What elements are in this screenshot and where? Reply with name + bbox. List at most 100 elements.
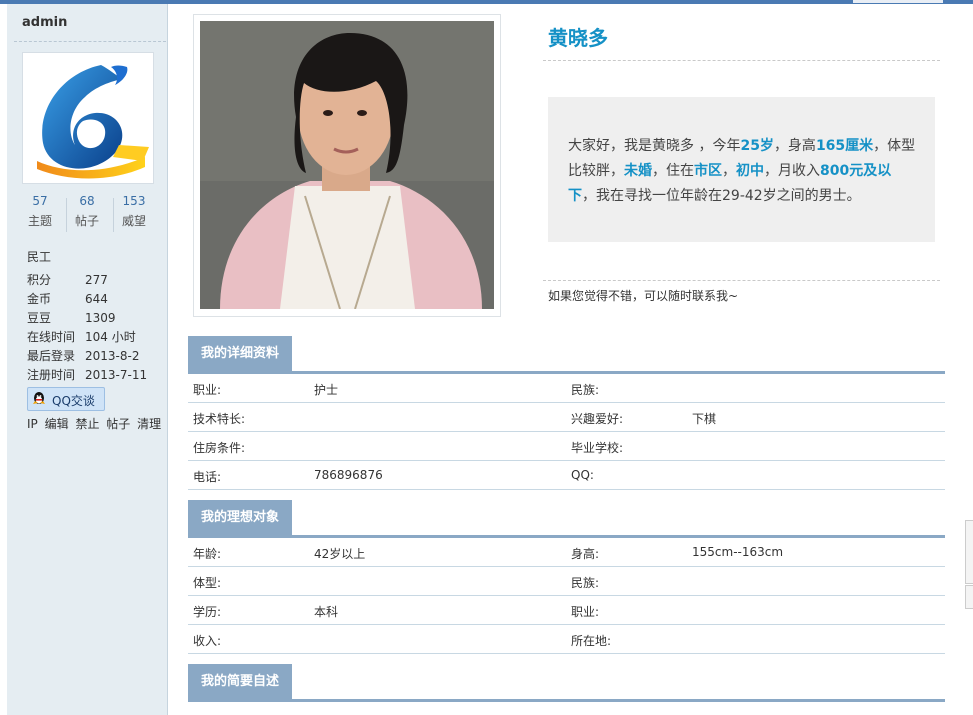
- field-value: 42岁以上: [314, 547, 366, 561]
- intro-area: 市区: [694, 163, 722, 179]
- clean-link[interactable]: 清理: [137, 417, 161, 431]
- info-label: 注册时间: [27, 368, 76, 382]
- user-rank: 民工: [27, 250, 52, 264]
- divider: [543, 60, 940, 61]
- user-sidebar: admin 57 主题 68 帖子 153 威望 民工 积分 277 金币 64…: [7, 4, 168, 715]
- ip-link[interactable]: IP: [27, 417, 38, 431]
- info-last-login: 最后登录 2013-8-2: [27, 347, 139, 364]
- field-label: 收入:: [193, 634, 222, 648]
- stat-posts-count: 68: [79, 194, 95, 208]
- info-value: 2013-7-11: [85, 368, 148, 382]
- section-header-ideal: 我的理想对象: [188, 500, 945, 538]
- info-value: 2013-8-2: [85, 349, 140, 363]
- field-label: 住房条件:: [193, 441, 246, 455]
- info-value: 104 小时: [85, 330, 136, 344]
- posts-link[interactable]: 帖子: [106, 417, 130, 431]
- scroll-widget[interactable]: [965, 585, 973, 609]
- field-label: 身高:: [571, 547, 600, 561]
- section-title: 我的详细资料: [188, 336, 292, 371]
- stat-topics-label: 主题: [27, 214, 52, 228]
- intro-marital: 未婚: [624, 163, 652, 179]
- section-header-details: 我的详细资料: [188, 336, 945, 374]
- username[interactable]: admin: [22, 15, 67, 30]
- info-register-time: 注册时间 2013-7-11: [27, 366, 147, 383]
- qq-penguin-icon: [33, 392, 45, 404]
- intro-box: 大家好，我是黄晓多 ，今年25岁，身高165厘米，体型比较胖，未婚，住在市区，初…: [548, 97, 935, 242]
- avatar[interactable]: [22, 52, 154, 184]
- qq-chat-button[interactable]: QQ交谈: [27, 387, 105, 411]
- stat-posts[interactable]: 68 帖子: [64, 194, 110, 229]
- stat-prestige-count: 153: [122, 194, 146, 208]
- field-label: 职业:: [571, 605, 600, 619]
- section-title: 我的简要自述: [188, 664, 292, 699]
- table-row: 体型: 民族:: [188, 567, 945, 596]
- user-stats: 57 主题 68 帖子 153 威望: [17, 194, 167, 234]
- info-beans: 豆豆 1309: [27, 309, 116, 326]
- field-value: 下棋: [692, 412, 717, 426]
- intro-text-part: ，住在: [652, 163, 694, 179]
- profile-photo-frame: [193, 14, 501, 317]
- intro-text-part: ，身高: [773, 138, 816, 154]
- intro-age: 25岁: [740, 138, 774, 154]
- field-label: QQ:: [571, 468, 594, 482]
- stat-topics[interactable]: 57 主题: [17, 194, 63, 229]
- intro-text-part: ，我在寻找一位年龄在29-42岁之间的男士。: [582, 188, 861, 204]
- table-row: 职业: 护士 民族:: [188, 374, 945, 403]
- intro-text-part: ，: [722, 163, 736, 179]
- intro-text-part: 大家好，我是黄晓多 ，今年: [568, 138, 741, 154]
- stat-prestige-label: 威望: [121, 214, 146, 228]
- field-value: 本科: [314, 605, 339, 619]
- info-label: 积分: [27, 273, 52, 287]
- profile-photo[interactable]: [200, 21, 494, 310]
- intro-text: 大家好，我是黄晓多 ，今年25岁，身高165厘米，体型比较胖，未婚，住在市区，初…: [568, 134, 918, 209]
- logo-avatar-icon: [37, 65, 149, 179]
- info-value: 1309: [85, 311, 116, 325]
- qq-chat-label: QQ交谈: [52, 394, 95, 408]
- admin-links: IP 编辑 禁止 帖子 清理: [27, 415, 164, 432]
- info-online-time: 在线时间 104 小时: [27, 328, 136, 345]
- field-value: 护士: [314, 383, 339, 397]
- divider: [543, 280, 940, 281]
- field-label: 所在地:: [571, 634, 612, 648]
- table-row: 收入: 所在地:: [188, 625, 945, 654]
- field-label: 电话:: [193, 470, 222, 484]
- field-label: 毕业学校:: [571, 441, 624, 455]
- field-label: 民族:: [571, 576, 600, 590]
- info-label: 豆豆: [27, 311, 52, 325]
- table-row: 学历: 本科 职业:: [188, 596, 945, 625]
- intro-text-part: ，月收入: [764, 163, 820, 179]
- info-points: 积分 277: [27, 271, 108, 288]
- intro-height: 165厘米: [815, 138, 874, 154]
- field-label: 学历:: [193, 605, 222, 619]
- info-value: 644: [85, 292, 108, 306]
- field-value: 155cm--163cm: [692, 545, 784, 559]
- info-label: 在线时间: [27, 330, 76, 344]
- top-tab[interactable]: [853, 0, 943, 3]
- intro-education: 初中: [736, 163, 764, 179]
- table-row: 住房条件: 毕业学校:: [188, 432, 945, 461]
- table-row: 年龄: 42岁以上 身高: 155cm--163cm: [188, 538, 945, 567]
- ban-link[interactable]: 禁止: [75, 417, 99, 431]
- stat-topics-count: 57: [32, 194, 48, 208]
- field-label: 年龄:: [193, 547, 222, 561]
- scroll-widget[interactable]: [965, 520, 973, 584]
- stat-posts-label: 帖子: [74, 214, 99, 228]
- field-label: 职业:: [193, 383, 222, 397]
- field-label: 民族:: [571, 383, 600, 397]
- info-value: 277: [85, 273, 108, 287]
- info-label: 金币: [27, 292, 52, 306]
- portrait-image-icon: [200, 21, 494, 310]
- stat-prestige[interactable]: 153 威望: [111, 194, 157, 229]
- info-gold: 金币 644: [27, 290, 108, 307]
- divider: [14, 41, 166, 42]
- edit-link[interactable]: 编辑: [45, 417, 69, 431]
- section-title: 我的理想对象: [188, 500, 292, 535]
- contact-note: 如果您觉得不错，可以随时联系我~: [548, 289, 739, 303]
- field-value: 786896876: [314, 468, 383, 482]
- table-row: 技术特长: 兴趣爱好: 下棋: [188, 403, 945, 432]
- field-label: 体型:: [193, 576, 222, 590]
- section-header-self-intro: 我的简要自述: [188, 664, 945, 702]
- info-label: 最后登录: [27, 349, 76, 363]
- field-label: 技术特长:: [193, 412, 246, 426]
- profile-name: 黄晓多: [548, 26, 608, 50]
